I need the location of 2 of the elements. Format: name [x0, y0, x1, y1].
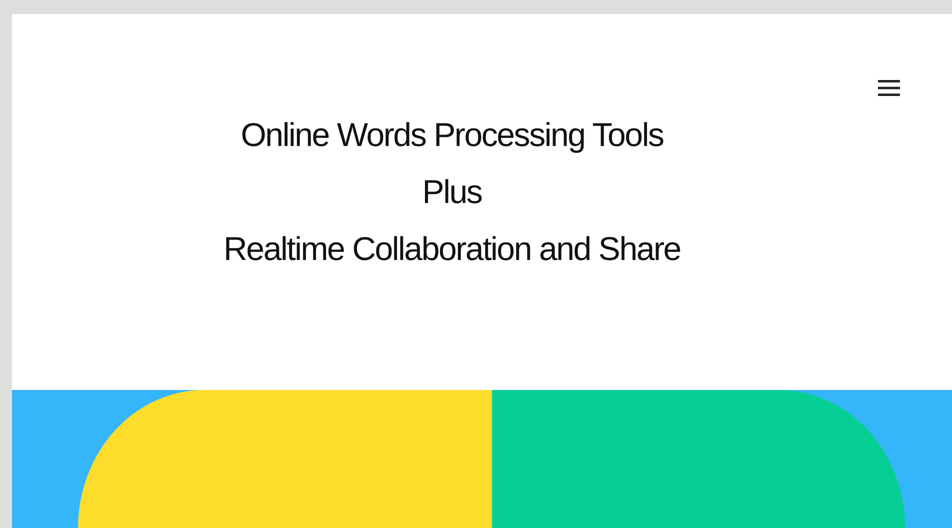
page-title: Online Words Processing Tools Plus Realtime Collaboration and Share — [224, 115, 680, 269]
menu-icon[interactable] — [878, 80, 900, 96]
